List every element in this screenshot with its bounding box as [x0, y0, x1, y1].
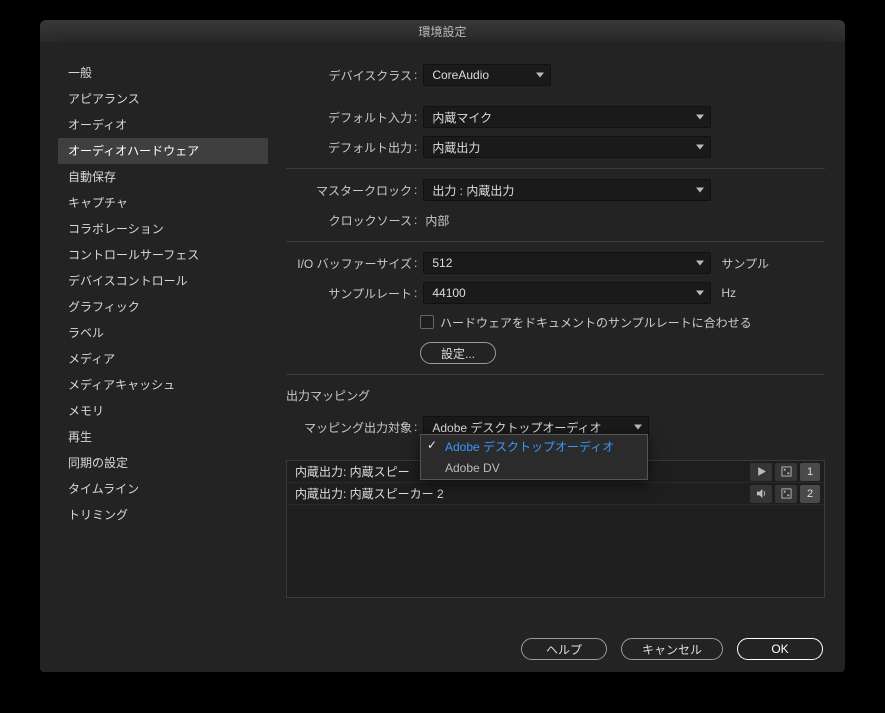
label-master-clock: マスタークロック: [286, 182, 412, 199]
chevron-down-icon: [634, 425, 642, 430]
cancel-button[interactable]: キャンセル: [621, 638, 723, 660]
dropdown-item[interactable]: Adobe DV: [421, 457, 647, 479]
sidebar-item[interactable]: コントロールサーフェス: [58, 242, 268, 268]
match-hw-label: ハードウェアをドキュメントのサンプルレートに合わせる: [440, 314, 752, 331]
label-clock-source: クロックソース: [286, 212, 412, 229]
play-icon[interactable]: [750, 463, 772, 481]
io-buffer-select[interactable]: 512: [423, 252, 711, 274]
master-clock-select[interactable]: 出力 : 内蔵出力: [423, 179, 711, 201]
sidebar-item[interactable]: ラベル: [58, 320, 268, 346]
check-icon: ✓: [427, 438, 437, 452]
sidebar-item[interactable]: デバイスコントロール: [58, 268, 268, 294]
label-default-input: デフォルト入力: [286, 109, 412, 126]
label-device-class: デバイスクラス: [286, 67, 412, 84]
preferences-window: 環境設定 一般アピアランスオーディオオーディオハードウェア自動保存キャプチャコラ…: [0, 0, 885, 713]
sidebar-item[interactable]: 一般: [58, 60, 268, 86]
sidebar-item[interactable]: アピアランス: [58, 86, 268, 112]
label-io-buffer: I/O バッファーサイズ: [286, 255, 412, 272]
sidebar-item[interactable]: コラボレーション: [58, 216, 268, 242]
output-mapping-title: 出力マッピング: [286, 387, 825, 404]
channel-number: 2: [800, 485, 820, 503]
speaker-icon[interactable]: [750, 485, 772, 503]
sidebar-item[interactable]: メモリ: [58, 398, 268, 424]
dropdown-item[interactable]: ✓Adobe デスクトップオーディオ: [421, 435, 647, 457]
footer: ヘルプ キャンセル OK: [40, 626, 845, 672]
main-panel: デバイスクラス : CoreAudio デフォルト入力 : 内蔵マイク: [268, 60, 845, 626]
channel-number: 1: [800, 463, 820, 481]
dialog-body: 一般アピアランスオーディオオーディオハードウェア自動保存キャプチャコラボレーショ…: [40, 42, 845, 626]
window-title: 環境設定: [418, 23, 466, 40]
map-icon[interactable]: [775, 463, 797, 481]
ok-button[interactable]: OK: [737, 638, 823, 660]
chevron-down-icon: [696, 261, 704, 266]
sidebar-item[interactable]: トリミング: [58, 502, 268, 528]
map-output-value: Adobe デスクトップオーディオ: [432, 419, 601, 436]
device-class-select[interactable]: CoreAudio: [423, 64, 551, 86]
sample-rate-select[interactable]: 44100: [423, 282, 711, 304]
colon: :: [412, 68, 423, 82]
sample-rate-suffix: Hz: [721, 286, 736, 300]
divider: [286, 168, 825, 169]
default-output-select[interactable]: 内蔵出力: [423, 136, 711, 158]
sidebar-item[interactable]: グラフィック: [58, 294, 268, 320]
sidebar-item[interactable]: オーディオ: [58, 112, 268, 138]
sidebar: 一般アピアランスオーディオオーディオハードウェア自動保存キャプチャコラボレーショ…: [58, 60, 268, 626]
output-row[interactable]: 内蔵出力: 内蔵スピーカー 22: [287, 483, 824, 505]
default-output-value: 内蔵出力: [432, 139, 480, 156]
sidebar-item[interactable]: キャプチャ: [58, 190, 268, 216]
device-class-value: CoreAudio: [432, 68, 489, 82]
sidebar-item[interactable]: 再生: [58, 424, 268, 450]
match-hw-checkbox[interactable]: [420, 315, 434, 329]
chevron-down-icon: [536, 73, 544, 78]
chevron-down-icon: [696, 188, 704, 193]
dialog: 一般アピアランスオーディオオーディオハードウェア自動保存キャプチャコラボレーショ…: [40, 42, 845, 672]
sample-rate-value: 44100: [432, 286, 465, 300]
label-map-output: マッピング出力対象: [286, 419, 412, 436]
default-input-select[interactable]: 内蔵マイク: [423, 106, 711, 128]
sidebar-item[interactable]: オーディオハードウェア: [58, 138, 268, 164]
label-sample-rate: サンプルレート: [286, 285, 412, 302]
sidebar-item[interactable]: 同期の設定: [58, 450, 268, 476]
help-button[interactable]: ヘルプ: [521, 638, 607, 660]
clock-source-value: 内部: [423, 212, 449, 229]
io-buffer-value: 512: [432, 256, 452, 270]
sidebar-item[interactable]: メディアキャッシュ: [58, 372, 268, 398]
map-icon[interactable]: [775, 485, 797, 503]
map-output-dropdown: ✓Adobe デスクトップオーディオAdobe DV: [420, 434, 648, 480]
default-input-value: 内蔵マイク: [432, 109, 492, 126]
divider: [286, 241, 825, 242]
titlebar: 環境設定: [40, 20, 845, 42]
chevron-down-icon: [696, 145, 704, 150]
divider: [286, 374, 825, 375]
io-buffer-suffix: サンプル: [721, 255, 769, 272]
output-list: 内蔵出力: 内蔵スピー1内蔵出力: 内蔵スピーカー 22: [286, 460, 825, 598]
settings-button[interactable]: 設定...: [420, 342, 496, 364]
sidebar-item[interactable]: メディア: [58, 346, 268, 372]
sidebar-item[interactable]: 自動保存: [58, 164, 268, 190]
chevron-down-icon: [696, 115, 704, 120]
master-clock-value: 出力 : 内蔵出力: [432, 182, 514, 199]
label-default-output: デフォルト出力: [286, 139, 412, 156]
chevron-down-icon: [696, 291, 704, 296]
sidebar-item[interactable]: タイムライン: [58, 476, 268, 502]
